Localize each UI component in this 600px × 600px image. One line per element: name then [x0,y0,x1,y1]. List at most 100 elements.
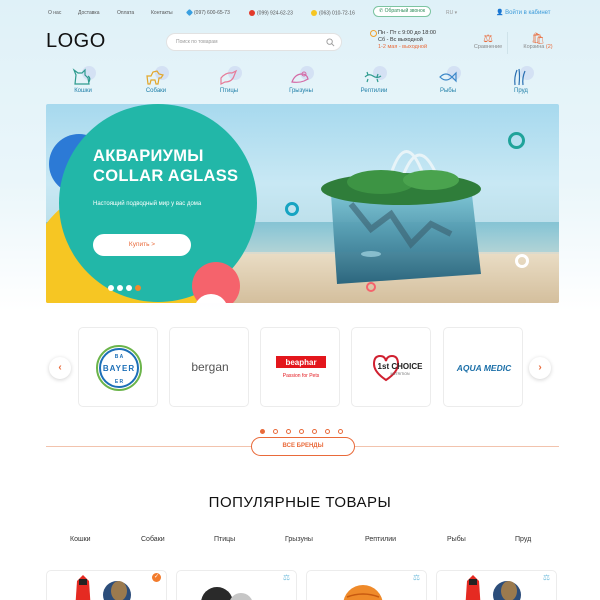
page-dot[interactable] [286,429,291,434]
compare-button[interactable]: ⚖ Сравнение [470,32,506,50]
nav-link-payment[interactable]: Оплата [117,10,134,16]
search-icon[interactable] [326,38,335,47]
scales-icon: ⚖ [483,33,493,45]
page-dot[interactable] [299,429,304,434]
holiday-note: 1-2 мая - выходной [378,44,428,50]
chevron-right-icon: › [538,362,542,373]
svg-text:1st CHOICE: 1st CHOICE [378,362,424,371]
phone-kyivstar[interactable]: (097) 600-65-73 [185,9,230,17]
product-card[interactable]: ⚖ [436,570,557,600]
buy-button[interactable]: Купить > [93,234,191,256]
svg-text:beaphar: beaphar [285,358,316,367]
tab-pond[interactable]: Пруд [515,536,531,543]
product-image [343,585,383,600]
category-dogs[interactable]: Собаки [136,66,176,94]
svg-text:bergan: bergan [191,360,228,374]
1st-choice-logo: 1st CHOICE NUTRITION [372,354,424,382]
brand-bayer[interactable]: BAYER B A E R [78,327,158,407]
aqua-medic-logo: AQUA MEDIC [456,363,512,373]
hero-title: АКВАРИУМЫ COLLAR AGLASS [93,147,239,185]
cat-icon [72,68,91,85]
decor-ring [366,282,376,292]
brand-beaphar[interactable]: beaphar Passion for Pets [260,327,340,407]
tab-cats[interactable]: Кошки [70,536,91,543]
product-card[interactable]: ⚖ [306,570,427,600]
tab-fish[interactable]: Рыбы [447,536,466,543]
slider-dot-active[interactable] [135,285,141,291]
brand-1st-choice[interactable]: 1st CHOICE NUTRITION [351,327,431,407]
fish-icon [439,71,457,83]
bergan-logo: bergan [191,360,228,374]
brand-bergan[interactable]: bergan [169,327,249,407]
nav-link-delivery[interactable]: Доставка [78,10,99,16]
beaphar-logo: beaphar Passion for Pets [276,356,326,379]
nav-link-contacts[interactable]: Контакты [151,10,173,16]
search-input[interactable]: Поиск по товарам [166,33,342,51]
nav-link-about[interactable]: О нас [48,10,61,16]
user-icon: 👤 [496,10,506,16]
category-birds[interactable]: Птицы [209,66,249,94]
svg-text:Passion for Pets: Passion for Pets [283,373,320,379]
category-cats[interactable]: Кошки [63,66,103,94]
svg-text:E R: E R [115,379,124,385]
chevron-left-icon: ‹ [58,362,62,373]
aquarium-bag-image [321,150,481,284]
pond-icon [514,68,526,86]
brands-next-button[interactable]: › [529,357,551,379]
product-card[interactable]: ⚖ [176,570,297,600]
language-select[interactable]: RU ▾ [446,10,457,16]
category-pond[interactable]: Пруд [501,66,541,94]
compare-icon[interactable]: ⚖ [413,573,420,582]
working-hours: Пн - Пт с 9:00 до 18:00 Сб - Вс выходной… [370,30,436,51]
svg-text:B A: B A [115,354,124,360]
page-dot[interactable] [338,429,343,434]
search-placeholder: Поиск по товарам [176,39,218,45]
svg-text:BAYER: BAYER [103,364,135,373]
hero-banner[interactable]: АКВАРИУМЫ COLLAR AGLASS Настоящий подвод… [46,104,559,303]
cart-count: (2) [545,44,553,50]
divider [507,32,508,54]
bird-icon [220,69,238,85]
slider-dot[interactable] [108,285,114,291]
rodent-icon [291,71,309,83]
top-bar: О нас Доставка Оплата Контакты (097) 600… [0,0,600,24]
product-image [201,587,252,600]
hero-subtitle: Настоящий подводный мир у вас дома [93,201,202,207]
chevron-down-icon: ▾ [453,10,458,16]
login-link[interactable]: 👤 Войти в кабинет [496,9,551,16]
vodafone-icon [249,10,255,16]
compare-icon[interactable]: ⚖ [283,573,290,582]
all-brands-button[interactable]: ВСЕ БРЕНДЫ [251,437,355,456]
decor-ring [508,132,525,149]
category-reptiles[interactable]: Рептилии [354,66,394,94]
category-rodents[interactable]: Грызуны [281,66,321,94]
brands-prev-button[interactable]: ‹ [49,357,71,379]
tab-rodents[interactable]: Грызуны [285,536,313,543]
reptile-icon [364,71,382,83]
category-fish[interactable]: Рыбы [428,66,468,94]
phone-vodafone[interactable]: (099) 924-62-23 [249,10,293,16]
svg-text:AQUA MEDIC: AQUA MEDIC [456,363,512,373]
product-card[interactable]: ✓ [46,570,167,600]
bag-icon: 🛍 [531,33,545,45]
compare-icon[interactable]: ⚖ [543,573,550,582]
page-dot[interactable] [273,429,278,434]
clock-icon [370,30,377,37]
slider-dot[interactable] [126,285,132,291]
dog-icon [146,70,164,85]
page-dot[interactable] [325,429,330,434]
decor-ring [285,202,299,216]
cart-button[interactable]: 🛍 Корзина (2) [520,32,556,50]
slider-dot[interactable] [117,285,123,291]
page-dot-active[interactable] [260,429,265,434]
site-logo[interactable]: LOGO [46,30,106,53]
tab-dogs[interactable]: Собаки [141,536,165,543]
phone-lifecell[interactable]: (063) 010-72-16 [311,10,355,16]
tab-birds[interactable]: Птицы [214,536,235,543]
callback-button[interactable]: ✆ Обратный звонок [373,6,432,17]
check-badge-icon[interactable]: ✓ [152,573,161,582]
product-image [465,575,521,600]
tab-reptiles[interactable]: Рептилии [365,536,396,543]
page-dot[interactable] [312,429,317,434]
brand-aqua-medic[interactable]: AQUA MEDIC [443,327,523,407]
